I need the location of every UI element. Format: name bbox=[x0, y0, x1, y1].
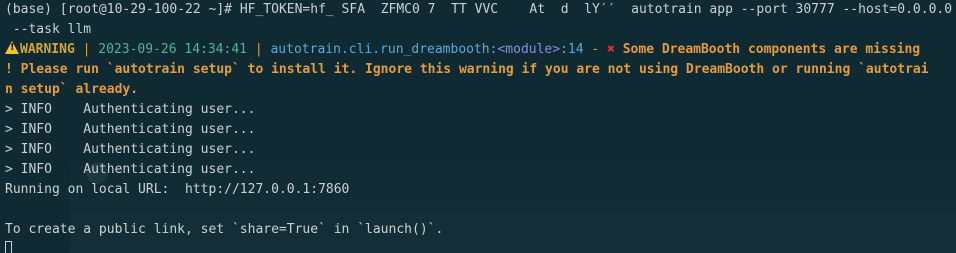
module-tag: <module> bbox=[497, 42, 561, 57]
shell-prompt: (base) [root@10-29-100-22 ~]# bbox=[5, 2, 240, 17]
separator: | bbox=[247, 42, 271, 57]
dash-separator: - bbox=[583, 42, 608, 57]
separator: | bbox=[74, 42, 99, 57]
line-number: :14 bbox=[560, 42, 584, 57]
red-x-icon: ✖ bbox=[607, 42, 615, 57]
running-url-line: Running on local URL: http://127.0.0.1:7… bbox=[5, 182, 350, 197]
info-line: > INFO Authenticating user... bbox=[5, 122, 256, 137]
info-line: > INFO Authenticating user... bbox=[5, 102, 256, 117]
block-cursor[interactable] bbox=[5, 241, 12, 253]
command-line: (base) [root@10-29-100-22 ~]# HF_TOKEN=h… bbox=[5, 0, 956, 20]
warning-level: WARNING bbox=[20, 42, 75, 57]
command-args: autotrain app --port 30777 --host=0.0.0.… bbox=[631, 2, 953, 17]
info-line: > INFO Authenticating user... bbox=[5, 162, 256, 177]
info-line: > INFO Authenticating user... bbox=[5, 142, 256, 157]
warning-line-1: WARNING | 2023-09-26 14:34:41 | autotrai… bbox=[5, 40, 956, 60]
command-continuation: --task llm bbox=[5, 22, 92, 37]
module-path: autotrain.cli.run_dreambooth bbox=[270, 42, 490, 57]
terminal-window[interactable]: (base) [root@10-29-100-22 ~]# HF_TOKEN=h… bbox=[0, 0, 956, 253]
warning-timestamp: 2023-09-26 14:34:41 bbox=[98, 42, 247, 57]
warning-message-3: n setup` already. bbox=[5, 82, 139, 97]
warning-message-2: ! Please run `autotrain setup` to instal… bbox=[5, 62, 929, 77]
cursor-line[interactable] bbox=[5, 240, 956, 253]
warning-triangle-icon bbox=[5, 41, 19, 54]
public-link-line: To create a public link, set `share=True… bbox=[5, 222, 444, 237]
warning-message-1: Some DreamBooth components are missing bbox=[622, 42, 921, 57]
command-token: HF_TOKEN=hf_ SFA ZFMC0 7 TT VVC At d lY′… bbox=[239, 2, 632, 17]
